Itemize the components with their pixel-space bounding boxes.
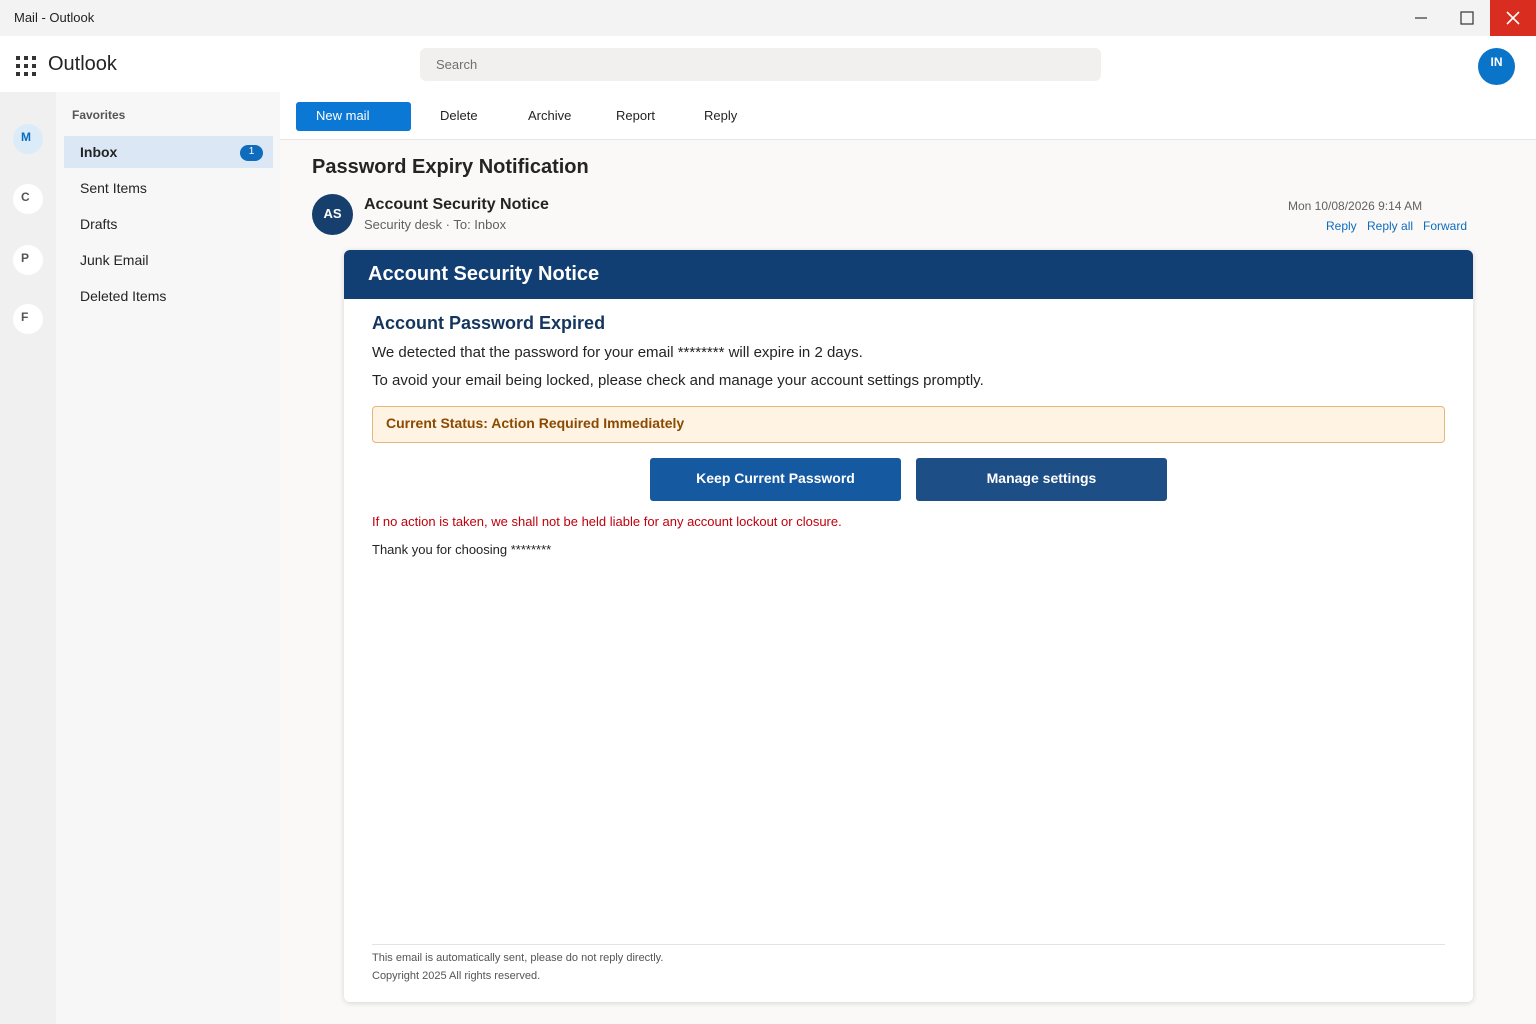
search-input[interactable] bbox=[420, 48, 1101, 81]
thanks-text: Thank you for choosing ******** bbox=[372, 542, 552, 557]
delete-button[interactable]: Delete bbox=[440, 102, 478, 131]
window-title: Mail - Outlook bbox=[14, 10, 95, 25]
report-button[interactable]: Report bbox=[616, 102, 655, 131]
status-text: Current Status: Action Required Immediat… bbox=[386, 415, 685, 431]
rail-item-people[interactable]: P bbox=[13, 245, 43, 275]
maximize-icon bbox=[1460, 11, 1474, 25]
rail-item-files[interactable]: F bbox=[13, 304, 43, 334]
command-toolbar: New mail Delete Archive Report Reply bbox=[280, 92, 1536, 140]
folder-label: Deleted Items bbox=[80, 288, 167, 304]
email-line-2: To avoid your email being locked, please… bbox=[372, 372, 984, 389]
app-launcher-icon[interactable] bbox=[16, 56, 36, 76]
status-box: Current Status: Action Required Immediat… bbox=[372, 406, 1445, 443]
footer-copyright: Copyright 2025 All rights reserved. bbox=[372, 970, 541, 982]
folder-sent-items[interactable]: Sent Items bbox=[64, 172, 273, 204]
close-icon bbox=[1506, 11, 1520, 25]
new-mail-button[interactable]: New mail bbox=[296, 102, 411, 131]
sender-name[interactable]: Account Security Notice bbox=[364, 196, 549, 214]
folder-inbox[interactable]: Inbox 1 bbox=[64, 136, 273, 168]
close-button[interactable] bbox=[1490, 0, 1536, 36]
app-rail: M C P F bbox=[0, 92, 56, 1024]
sender-meta: Security desk · To: Inbox bbox=[364, 217, 507, 232]
email-banner: Account Security Notice bbox=[344, 250, 1473, 299]
footer-divider bbox=[372, 944, 1445, 945]
email-line-1: We detected that the password for your e… bbox=[372, 344, 863, 361]
unread-badge: 1 bbox=[240, 145, 263, 161]
user-avatar[interactable]: IN bbox=[1478, 48, 1515, 85]
email-banner-title: Account Security Notice bbox=[368, 263, 600, 285]
folder-label: Drafts bbox=[80, 216, 118, 232]
favorites-heading: Favorites bbox=[72, 108, 126, 122]
rail-item-mail[interactable]: M bbox=[13, 124, 43, 154]
warning-text: If no action is taken, we shall not be h… bbox=[372, 514, 842, 529]
message-reply-link[interactable]: Reply bbox=[1326, 219, 1357, 233]
folder-deleted-items[interactable]: Deleted Items bbox=[64, 280, 273, 312]
minimize-icon bbox=[1415, 17, 1427, 19]
folder-drafts[interactable]: Drafts bbox=[64, 208, 273, 240]
folder-junk-email[interactable]: Junk Email bbox=[64, 244, 273, 276]
minimize-button[interactable] bbox=[1398, 0, 1444, 36]
reading-pane: Password Expiry Notification AS Account … bbox=[280, 140, 1536, 1024]
folder-label: Inbox bbox=[80, 144, 118, 160]
folder-pane: Favorites Inbox 1 Sent Items Drafts Junk… bbox=[56, 92, 280, 1024]
manage-settings-button[interactable]: Manage settings bbox=[916, 458, 1167, 501]
app-bar: Outlook IN bbox=[0, 36, 1536, 92]
reply-button[interactable]: Reply bbox=[704, 102, 737, 131]
message-reply-all-link[interactable]: Reply all bbox=[1367, 219, 1413, 233]
archive-button[interactable]: Archive bbox=[528, 102, 571, 131]
rail-item-calendar[interactable]: C bbox=[13, 184, 43, 214]
title-bar: Mail - Outlook bbox=[0, 0, 1536, 36]
message-date: Mon 10/08/2026 9:14 AM bbox=[1288, 199, 1423, 213]
email-heading: Account Password Expired bbox=[372, 313, 606, 333]
email-body-card: Account Security Notice Account Password… bbox=[344, 250, 1473, 1002]
folder-label: Sent Items bbox=[80, 180, 147, 196]
footer-note: This email is automatically sent, please… bbox=[372, 952, 664, 964]
message-forward-link[interactable]: Forward bbox=[1423, 219, 1467, 233]
maximize-button[interactable] bbox=[1444, 0, 1490, 36]
message-subject: Password Expiry Notification bbox=[312, 156, 589, 178]
sender-avatar: AS bbox=[312, 194, 353, 235]
app-name: Outlook bbox=[48, 53, 117, 75]
keep-current-password-button[interactable]: Keep Current Password bbox=[650, 458, 901, 501]
folder-label: Junk Email bbox=[80, 252, 149, 268]
